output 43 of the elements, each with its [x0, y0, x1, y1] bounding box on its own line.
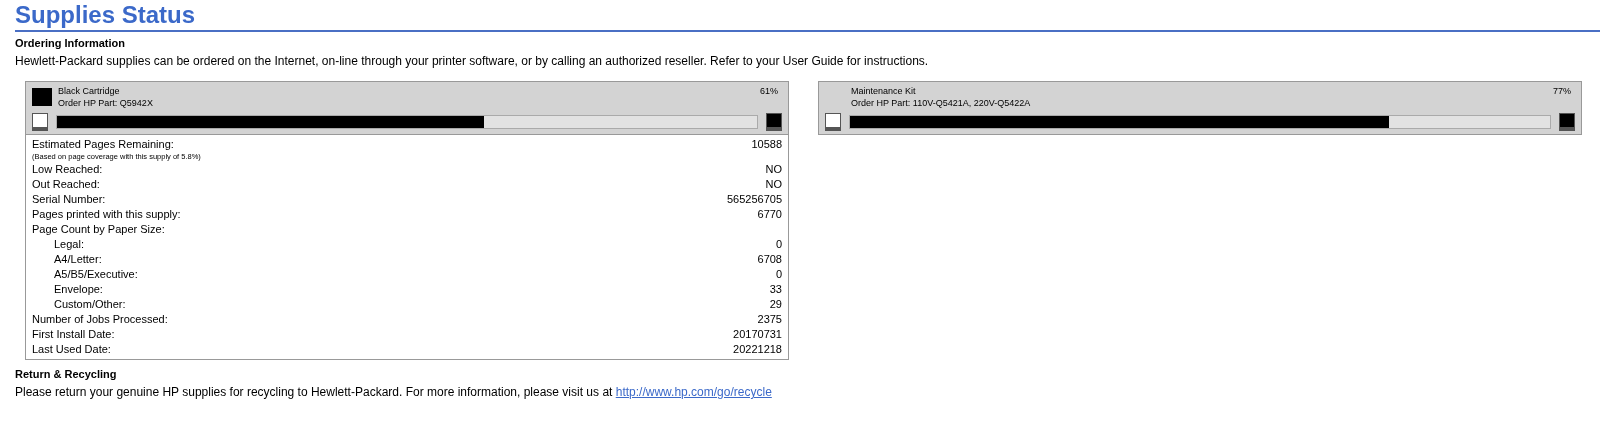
- detail-label: A4/Letter:: [53, 252, 102, 267]
- ordering-text: Hewlett-Packard supplies can be ordered on the Internet, on-line through your printer software, or by calling an authorized reseller. Refer to your User Guide for instructions.: [15, 53, 929, 69]
- detail-value: 29: [769, 297, 782, 312]
- part-number: Order HP Part: 110V-Q5421A, 220V-Q5422A: [851, 97, 1031, 109]
- empty-cartridge-icon: [32, 113, 48, 131]
- detail-label: Low Reached:: [32, 162, 103, 177]
- detail-label: First Install Date:: [32, 327, 115, 342]
- detail-value: 10588: [751, 137, 782, 152]
- detail-value: 0: [775, 237, 782, 252]
- detail-label: Number of Jobs Processed:: [32, 312, 168, 327]
- detail-label: A5/B5/Executive:: [53, 267, 138, 282]
- detail-label: Estimated Pages Remaining:: [32, 137, 174, 152]
- percent-label: 77%: [1553, 85, 1571, 97]
- detail-label: Serial Number:: [32, 192, 106, 207]
- detail-value: 565256705: [726, 192, 782, 207]
- recycling-text: Please return your genuine HP supplies for recycling to Hewlett-Packard. For more information, please visit us at http://www.hp.com/go/recycle: [15, 384, 772, 400]
- detail-label: Pages printed with this supply:: [32, 207, 181, 222]
- part-number: Order HP Part: Q5942X: [58, 97, 153, 109]
- detail-value: 20221218: [733, 342, 782, 357]
- detail-label: Last Used Date:: [32, 342, 111, 357]
- detail-label: Envelope:: [53, 282, 103, 297]
- percent-label: 61%: [760, 85, 778, 97]
- detail-value: 6708: [757, 252, 782, 267]
- section-heading: Ordering Information: [15, 36, 125, 50]
- full-cartridge-icon: [1559, 113, 1575, 131]
- section-heading: Return & Recycling: [15, 367, 117, 381]
- detail-label: Legal:: [53, 237, 84, 252]
- detail-value: 2375: [757, 312, 782, 327]
- detail-value: NO: [765, 162, 782, 177]
- supply-name: Maintenance Kit: [851, 85, 916, 97]
- detail-label: Custom/Other:: [53, 297, 126, 312]
- detail-label: Page Count by Paper Size:: [32, 222, 165, 237]
- empty-cartridge-icon: [825, 113, 841, 131]
- detail-value: 33: [769, 282, 782, 297]
- detail-value: 6770: [757, 207, 782, 222]
- detail-value: 20170731: [733, 327, 782, 342]
- detail-value: NO: [765, 177, 782, 192]
- supply-name: Black Cartridge: [58, 85, 120, 97]
- page-title: Supplies Status: [15, 0, 196, 30]
- recycle-link[interactable]: http://www.hp.com/go/recycle: [615, 385, 772, 399]
- full-cartridge-icon: [766, 113, 782, 131]
- detail-label: Out Reached:: [32, 177, 100, 192]
- detail-value: 0: [775, 267, 782, 282]
